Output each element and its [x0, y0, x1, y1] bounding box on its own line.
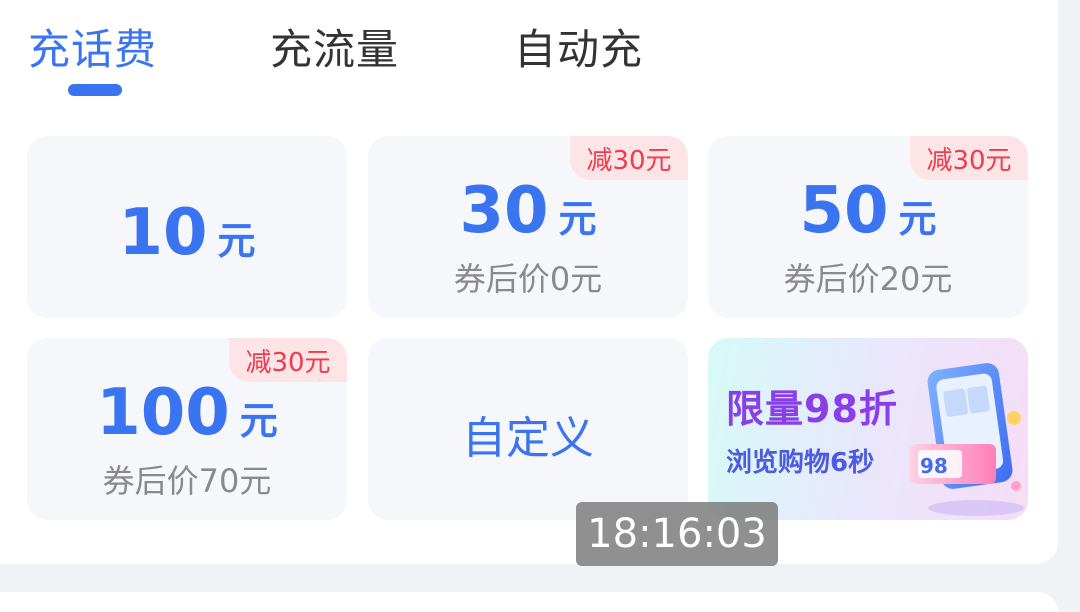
- tab-phone-recharge[interactable]: 充话费: [28, 22, 157, 78]
- amount-tile-100[interactable]: 减30元 100 元 券后价70元: [27, 338, 347, 520]
- amount-tile-30[interactable]: 减30元 30 元 券后价0元: [368, 136, 688, 318]
- price-after-coupon: 券后价0元: [453, 260, 603, 298]
- amount-unit: 元: [217, 219, 256, 263]
- phone-shopping-icon: 98: [910, 363, 1024, 516]
- timestamp-overlay: 18:16:03: [576, 502, 778, 566]
- amount-label: 30 元: [368, 174, 688, 248]
- amount-value: 10: [118, 196, 208, 270]
- custom-amount-label: 自定义: [462, 413, 594, 464]
- amount-label: 10 元: [27, 196, 347, 270]
- tab-auto-recharge[interactable]: 自动充: [514, 22, 643, 78]
- promo-subtitle: 浏览购物6秒: [726, 448, 875, 478]
- amount-tile-10[interactable]: 10 元: [27, 136, 347, 318]
- amount-unit: 元: [239, 399, 278, 443]
- promo-title: 限量98折: [726, 387, 898, 431]
- amount-label: 100 元: [27, 376, 347, 450]
- tab-data-recharge[interactable]: 充流量: [270, 22, 399, 78]
- amount-label: 50 元: [708, 174, 1028, 248]
- price-after-coupon: 券后价70元: [102, 462, 272, 500]
- amount-value: 100: [96, 376, 230, 450]
- amount-unit: 元: [898, 197, 937, 241]
- recharge-panel: 充话费 充流量 自动充 10 元 减30元 30 元 券后价0元 减30元 50 元 …: [0, 0, 1058, 564]
- price-after-coupon: 券后价20元: [783, 260, 953, 298]
- amount-value: 30: [459, 174, 549, 248]
- amount-tile-50[interactable]: 减30元 50 元 券后价20元: [708, 136, 1028, 318]
- custom-amount-tile[interactable]: 自定义: [368, 338, 688, 520]
- amount-value: 50: [799, 174, 889, 248]
- next-section-card: [0, 592, 1058, 612]
- promo-art-text: 98: [920, 454, 948, 478]
- active-tab-indicator: [68, 84, 122, 96]
- amount-unit: 元: [558, 197, 597, 241]
- promo-banner[interactable]: 限量98折 浏览购物6秒 98: [708, 338, 1028, 520]
